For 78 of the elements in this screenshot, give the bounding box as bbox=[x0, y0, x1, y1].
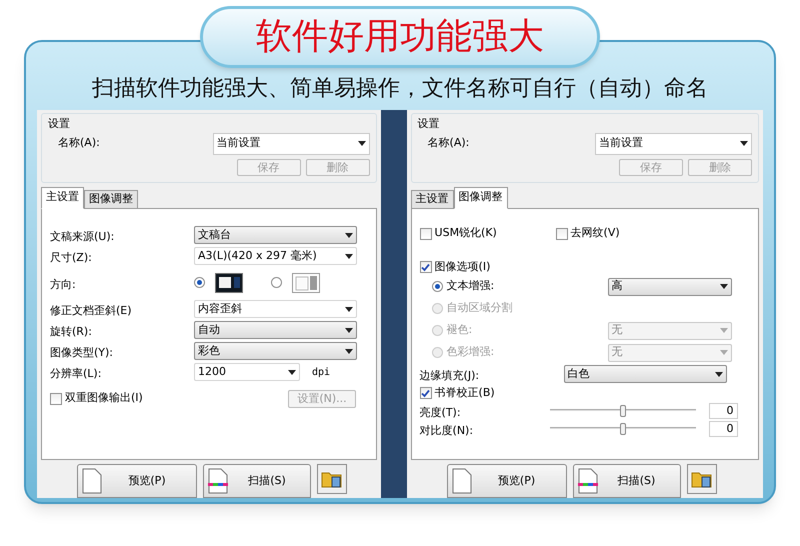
caret-icon bbox=[345, 232, 353, 238]
dropdown[interactable]: 自动 bbox=[194, 321, 357, 340]
document-icon bbox=[452, 468, 472, 494]
dropdown[interactable]: 高 bbox=[608, 278, 732, 296]
field-label: 修正文档歪斜(E) bbox=[50, 304, 132, 318]
caret-icon bbox=[720, 328, 728, 334]
checkbox[interactable] bbox=[420, 387, 432, 400]
dropdown[interactable]: 文稿台 bbox=[194, 226, 357, 244]
portrait-page-icon bbox=[292, 272, 320, 293]
field-label: 文稿来源(U): bbox=[50, 230, 114, 244]
field-label: 分辨率(L): bbox=[50, 367, 102, 380]
value-field[interactable]: 0 bbox=[708, 402, 738, 419]
slider-thumb[interactable] bbox=[620, 422, 626, 435]
value-field[interactable]: 0 bbox=[708, 420, 738, 437]
checkbox[interactable] bbox=[420, 261, 432, 274]
field-label: 对比度(N): bbox=[420, 424, 474, 437]
landscape-page-icon bbox=[215, 272, 243, 293]
field-label: 亮度(T): bbox=[420, 406, 461, 419]
caret-icon bbox=[358, 140, 366, 146]
field-label: 褪色: bbox=[446, 322, 472, 338]
tab[interactable]: 图像调整 bbox=[454, 186, 508, 209]
preview-button[interactable]: 预览(P) bbox=[446, 464, 567, 498]
field-label: 书脊校正(B) bbox=[434, 384, 495, 401]
caret-icon bbox=[345, 254, 353, 259]
caret-icon bbox=[345, 348, 353, 354]
field-label: 尺寸(Z): bbox=[50, 251, 92, 264]
preview-button[interactable]: 预览(P) bbox=[77, 464, 197, 498]
field-label: 图像类型(Y): bbox=[50, 346, 114, 360]
tab[interactable]: 主设置 bbox=[41, 186, 84, 209]
field-label: 自动区域分割 bbox=[446, 300, 513, 316]
tab[interactable]: 主设置 bbox=[410, 190, 454, 209]
slider-thumb[interactable] bbox=[620, 404, 626, 417]
radio-button[interactable] bbox=[194, 277, 205, 288]
dropdown[interactable]: 内容歪斜 bbox=[194, 300, 357, 318]
slider[interactable] bbox=[550, 422, 696, 435]
dropdown[interactable]: A3(L)(420 x 297 毫米) bbox=[194, 247, 357, 266]
caret-icon bbox=[345, 328, 353, 333]
radio-button[interactable] bbox=[432, 281, 443, 292]
slider[interactable] bbox=[550, 404, 696, 417]
caret-icon bbox=[288, 370, 296, 375]
group-label: 设置 bbox=[418, 117, 440, 130]
caret-icon bbox=[714, 372, 723, 377]
dropdown[interactable]: 当前设置 bbox=[595, 132, 752, 154]
radio-button[interactable] bbox=[271, 277, 282, 288]
banner-title: 软件好用功能强大 bbox=[256, 19, 544, 55]
document-icon bbox=[82, 468, 102, 494]
tab[interactable]: 图像调整 bbox=[84, 190, 138, 209]
field-label: 名称(A): bbox=[58, 135, 100, 152]
document-scan-icon bbox=[578, 468, 598, 494]
checkbox[interactable] bbox=[556, 228, 568, 240]
caret-icon bbox=[740, 140, 748, 146]
field-label: 图像选项(I) bbox=[434, 258, 490, 275]
checkbox[interactable] bbox=[420, 228, 432, 240]
dropdown[interactable]: 彩色 bbox=[194, 342, 357, 360]
field-label: 方向: bbox=[50, 278, 76, 291]
subtitle: 扫描软件功能强大、简单易操作，文件名称可自行（自动）命名 bbox=[91, 76, 709, 102]
dropdown[interactable]: 白色 bbox=[564, 365, 727, 384]
field-label: 旋转(R): bbox=[50, 325, 92, 338]
caret-icon bbox=[345, 306, 353, 312]
scan-button[interactable]: 扫描(S) bbox=[572, 464, 681, 498]
field-label: 色彩增强: bbox=[446, 344, 494, 360]
dropdown[interactable]: 当前设置 bbox=[212, 132, 370, 154]
field-label: 双重图像输出(I) bbox=[65, 390, 143, 406]
scan-button[interactable]: 扫描(S) bbox=[203, 464, 311, 498]
field-label: 名称(A): bbox=[428, 135, 470, 152]
folder-button[interactable] bbox=[317, 464, 347, 494]
field-label: 去网纹(V) bbox=[570, 225, 620, 242]
field-label: 边缘填充(J): bbox=[420, 369, 480, 382]
field-label: 文本增强: bbox=[446, 278, 494, 294]
caret-icon bbox=[720, 284, 728, 290]
dropdown[interactable]: 1200 bbox=[194, 363, 300, 382]
caret-icon bbox=[720, 350, 728, 356]
field-label: USM锐化(K) bbox=[434, 225, 497, 242]
unit-label: dpi bbox=[312, 366, 330, 380]
group-label: 设置 bbox=[48, 117, 70, 130]
folder-button[interactable] bbox=[686, 464, 717, 494]
document-scan-icon bbox=[208, 468, 228, 494]
checkbox[interactable] bbox=[50, 392, 62, 405]
